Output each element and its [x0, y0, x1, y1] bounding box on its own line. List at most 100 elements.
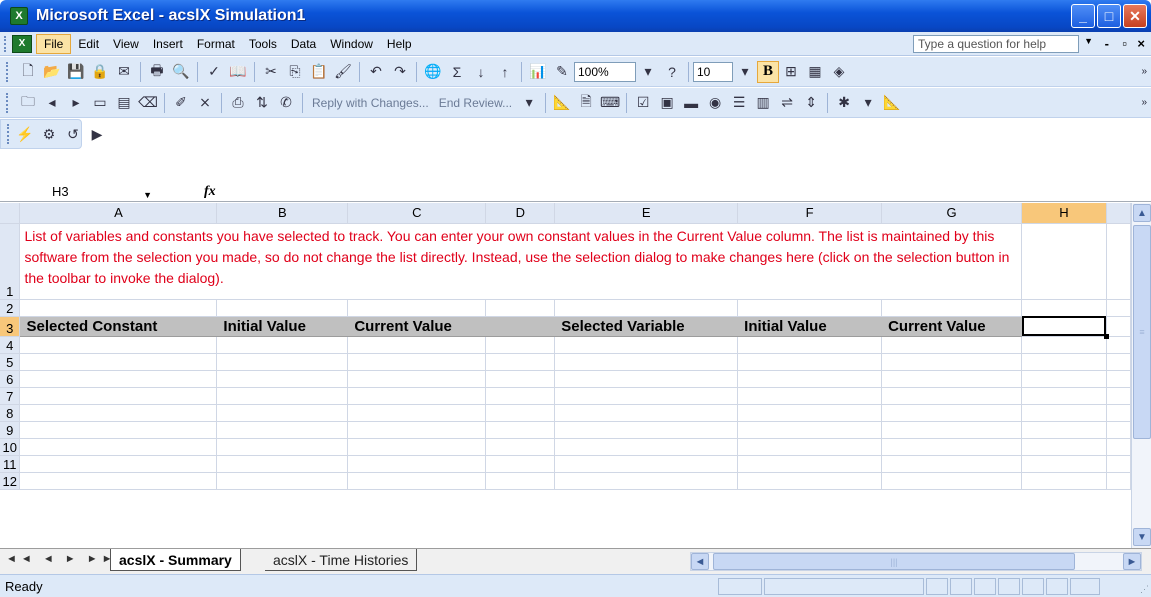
column-header-e[interactable]: E	[554, 203, 739, 224]
new-icon[interactable]: 🗋	[17, 61, 39, 83]
cell[interactable]	[485, 336, 556, 354]
doc-minimize-button[interactable]: -	[1105, 36, 1109, 51]
cell[interactable]	[216, 353, 349, 371]
cell[interactable]	[737, 404, 883, 422]
combobox-control-icon[interactable]: ▥	[752, 92, 774, 114]
reset-icon[interactable]: ↺	[62, 123, 84, 145]
row-header-6[interactable]: 6	[0, 370, 21, 388]
cell[interactable]	[554, 336, 739, 354]
zoom-select[interactable]: 100%	[574, 61, 636, 82]
listbox-control-icon[interactable]: ☰	[728, 92, 750, 114]
doc-restore-button[interactable]: ▫	[1122, 36, 1127, 51]
row-header-9[interactable]: 9	[0, 421, 21, 439]
cell[interactable]	[1021, 421, 1107, 439]
cell[interactable]	[19, 455, 218, 473]
zoom-dropdown-icon[interactable]: ▾	[637, 61, 659, 83]
cell[interactable]	[1106, 223, 1131, 300]
sort-ascending-icon[interactable]: ↓	[470, 61, 492, 83]
cell[interactable]	[737, 472, 883, 490]
name-box-dropdown-icon[interactable]: ▼	[143, 186, 152, 204]
menu-edit[interactable]: Edit	[71, 35, 106, 53]
column-header-i[interactable]	[1106, 203, 1131, 224]
cell[interactable]	[1106, 404, 1131, 422]
cell[interactable]	[1106, 472, 1131, 490]
redo-icon[interactable]: ↷	[389, 61, 411, 83]
toolbar-options-icon[interactable]: ▾	[857, 92, 879, 114]
scroll-right-button[interactable]: ►	[1123, 553, 1141, 570]
cell[interactable]	[1021, 299, 1107, 317]
help-icon[interactable]: ?	[661, 61, 683, 83]
properties-icon[interactable]: 🗎	[575, 92, 597, 114]
tab-acslx-summary[interactable]: acslX - Summary	[110, 549, 241, 571]
cell[interactable]	[347, 421, 487, 439]
print-icon[interactable]: 🖶	[146, 61, 168, 83]
active-cell-h3[interactable]	[1021, 316, 1109, 338]
row-header-10[interactable]: 10	[0, 438, 21, 456]
delete-comment-icon[interactable]: ⌫	[137, 92, 159, 114]
header-selected-variable[interactable]: Selected Variable	[554, 316, 739, 337]
cell[interactable]	[554, 455, 739, 473]
run-icon[interactable]: ▶	[86, 123, 108, 145]
option-button-icon[interactable]: ◉	[704, 92, 726, 114]
menu-grip[interactable]	[4, 35, 8, 52]
cell[interactable]	[19, 421, 218, 439]
toolbar-options-icon[interactable]: »	[1141, 66, 1147, 77]
select-all-corner[interactable]	[0, 203, 21, 224]
undo-icon[interactable]: ↶	[365, 61, 387, 83]
row-header-5[interactable]: 5	[0, 353, 21, 371]
cell[interactable]	[216, 336, 349, 354]
cell[interactable]	[1021, 353, 1107, 371]
tab-navigation-buttons[interactable]: ◄◄ ◄ ► ►►	[6, 553, 117, 565]
cell[interactable]	[347, 353, 487, 371]
toolbar-grip[interactable]	[6, 92, 12, 113]
cell[interactable]	[554, 404, 739, 422]
cell[interactable]	[1021, 223, 1107, 300]
cell[interactable]	[737, 299, 883, 317]
cell[interactable]	[881, 353, 1023, 371]
show-all-comments-icon[interactable]: ▤	[113, 92, 135, 114]
paste-icon[interactable]: 📋	[308, 61, 330, 83]
toolbar-options-icon[interactable]: »	[1141, 97, 1147, 108]
scroll-up-button[interactable]: ▲	[1133, 204, 1151, 222]
cell[interactable]	[216, 421, 349, 439]
column-header-a[interactable]: A	[19, 203, 218, 224]
open-icon[interactable]: 📂	[41, 61, 63, 83]
cell[interactable]	[554, 421, 739, 439]
cell[interactable]	[216, 404, 349, 422]
cell[interactable]	[485, 353, 556, 371]
row-header-1[interactable]: 1	[0, 223, 21, 300]
cell[interactable]	[485, 404, 556, 422]
cell[interactable]	[216, 455, 349, 473]
column-header-g[interactable]: G	[881, 203, 1023, 224]
cell[interactable]	[485, 370, 556, 388]
lightning-icon[interactable]: ⚡	[14, 123, 36, 145]
chart-wizard-icon[interactable]: 📊	[527, 61, 549, 83]
font-size-select[interactable]: 10	[693, 61, 733, 82]
more-controls-icon[interactable]: ✱	[833, 92, 855, 114]
header-current-value-constant[interactable]: Current Value	[347, 316, 487, 337]
instructions-note[interactable]: List of variables and constants you have…	[19, 223, 1023, 300]
cell[interactable]	[347, 438, 487, 456]
help-dropdown-icon[interactable]: ▼	[1084, 36, 1093, 46]
cell[interactable]	[1106, 336, 1131, 354]
menu-insert[interactable]: Insert	[146, 35, 190, 53]
cell[interactable]	[485, 387, 556, 405]
header-initial-value-constant[interactable]: Initial Value	[216, 316, 349, 337]
workbook-icon[interactable]: X	[12, 34, 32, 53]
row-header-12[interactable]: 12	[0, 472, 21, 490]
spin-button-icon[interactable]: ⇕	[800, 92, 822, 114]
cell[interactable]	[554, 472, 739, 490]
cell[interactable]	[1021, 472, 1107, 490]
cell[interactable]	[1106, 455, 1131, 473]
cell[interactable]	[485, 472, 556, 490]
vertical-scrollbar[interactable]: ▲ ≡ ▼	[1131, 203, 1151, 548]
row-header-2[interactable]: 2	[0, 299, 21, 317]
column-header-c[interactable]: C	[347, 203, 487, 224]
cell[interactable]	[881, 438, 1023, 456]
cell[interactable]	[1106, 387, 1131, 405]
menu-help[interactable]: Help	[380, 35, 419, 53]
cell[interactable]	[347, 299, 487, 317]
cell[interactable]	[1021, 438, 1107, 456]
cell[interactable]	[881, 370, 1023, 388]
email-icon[interactable]: ✉	[113, 61, 135, 83]
